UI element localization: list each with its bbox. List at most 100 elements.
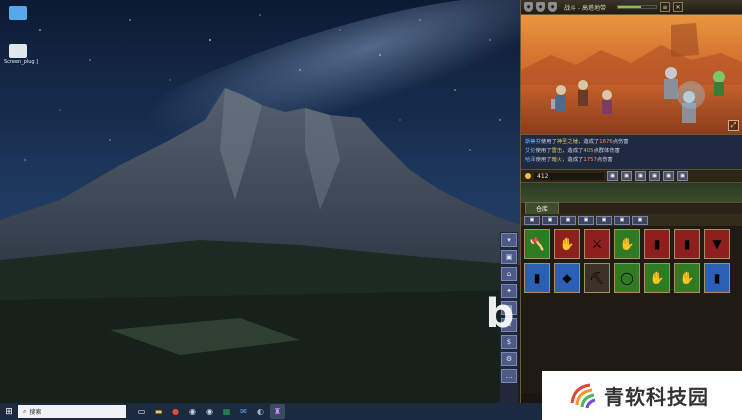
filter-bag-icon[interactable]: ▣: [578, 215, 594, 225]
shield-icon: ◆: [562, 271, 572, 285]
battle-log-line: 哈泽使用了暗火，造成了1757点伤害: [525, 156, 738, 165]
tab-warehouse[interactable]: 仓库: [525, 202, 560, 214]
desktop-icon-file[interactable]: Screen_plug ]: [4, 44, 39, 65]
filter-bag-icon[interactable]: ▣: [542, 215, 558, 225]
mail-icon[interactable]: ✉: [236, 404, 251, 419]
filter-bag-icon[interactable]: ▣: [596, 215, 612, 225]
gloves-icon: ✋: [679, 271, 695, 285]
warehouse-grid: 🪓 ✋ ⚔ ✋ ▮ ▮ ▼ ▮ ◆ ⛏ ◯ ✋ ✋ ▮: [521, 226, 742, 296]
item-slot[interactable]: ✋: [554, 229, 580, 259]
sword-icon: ⚔: [591, 237, 603, 251]
filter-bag-icon[interactable]: ▣: [560, 215, 576, 225]
taskbar-apps: ▭ ▬ ● ◉ ◉ ▦ ✉ ◐ ♜: [134, 404, 285, 419]
warehouse-filter-bar: ▣ ▣ ▣ ▣ ▣ ▣ ▣: [521, 214, 742, 226]
shield-icon[interactable]: ◆: [548, 2, 557, 12]
log-result: ，造成了: [562, 148, 584, 154]
side-button-map[interactable]: ▣: [501, 250, 517, 264]
file-explorer-icon[interactable]: ▬: [151, 404, 166, 419]
item-slot[interactable]: ✋: [674, 263, 700, 293]
log-verb: 使用了: [535, 148, 552, 154]
warehouse-panel: 仓库 ▣ ▣ ▣ ▣ ▣ ▣ ▣ 🪓 ✋ ⚔ ✋ ▮ ▮ ▼ ▮ ◆ ⛏ ◯ ✋…: [521, 202, 742, 393]
desktop-wallpaper: Screen_plug ]: [0, 0, 520, 403]
item-slot[interactable]: ▮: [674, 229, 700, 259]
task-view-icon[interactable]: ▭: [134, 404, 149, 419]
game-icon[interactable]: ♜: [270, 404, 285, 419]
log-actor: 斯蒂芬: [525, 139, 541, 145]
watermark-logo-icon: [570, 383, 596, 408]
log-verb: 使用了: [535, 157, 552, 163]
pickaxe-icon: ⛏: [589, 271, 605, 285]
steam-icon[interactable]: ◉: [202, 404, 217, 419]
bag-icon[interactable]: ▣: [621, 171, 632, 181]
item-slot[interactable]: ▮: [524, 263, 550, 293]
item-slot[interactable]: ▮: [644, 229, 670, 259]
side-button-home[interactable]: ⌂: [501, 267, 517, 281]
battle-scene-art: [521, 15, 742, 134]
side-button-settings[interactable]: ⚙: [501, 352, 517, 366]
log-actor: 哈泽: [525, 157, 536, 163]
steam-icon[interactable]: ◉: [185, 404, 200, 419]
battle-log: 斯蒂芬使用了神圣之锤，造成了1676点伤害 艾伦使用了雷击，造成了405点群体伤…: [521, 135, 742, 169]
log-result: ，造成了: [578, 139, 600, 145]
hero-mage[interactable]: [602, 90, 612, 114]
search-icon: ⌕: [23, 407, 27, 415]
log-suffix: 点群体伤害: [593, 148, 620, 154]
battle-log-line: 艾伦使用了雷击，造成了405点群体伤害: [525, 147, 738, 156]
watermark: 青软科技园: [542, 371, 742, 420]
desktop-icon-label: Screen_plug ]: [4, 59, 39, 65]
game-titlebar: ◆ ◆ ◆ 战斗 - 高塔地带 ≡ ✕: [521, 0, 742, 15]
taskbar-search-box[interactable]: ⌕ 搜索: [18, 405, 126, 418]
log-amount: 1757: [583, 157, 597, 163]
side-button-more[interactable]: …: [501, 369, 517, 383]
item-slot[interactable]: ◯: [614, 263, 640, 293]
item-slot[interactable]: ▼: [704, 229, 730, 259]
filter-bag-icon[interactable]: ▣: [524, 215, 540, 225]
close-icon[interactable]: ✕: [673, 2, 683, 12]
bag-icon[interactable]: ▣: [677, 171, 688, 181]
menu-icon[interactable]: ≡: [660, 2, 670, 12]
item-slot[interactable]: ✋: [644, 263, 670, 293]
shield-icon[interactable]: ◆: [524, 2, 533, 12]
item-slot[interactable]: ◆: [554, 263, 580, 293]
windows-start-icon[interactable]: ⊞: [0, 403, 18, 420]
log-skill: 雷击: [551, 148, 563, 154]
currency-bar: 412 ▣ ▣ ▣ ▣ ▣ ▣: [521, 169, 742, 183]
ring-icon: ◯: [620, 271, 634, 285]
bag-icon[interactable]: ▣: [635, 171, 646, 181]
gold-coin-icon: [525, 173, 531, 179]
game-window: ◆ ◆ ◆ 战斗 - 高塔地带 ≡ ✕ ⤢ 斯蒂芬使用了神圣之锤，造成了1676…: [520, 0, 742, 403]
axe-icon: 🪓: [529, 237, 545, 251]
chrome-icon[interactable]: ●: [168, 404, 183, 419]
expand-icon[interactable]: ⤢: [728, 120, 739, 131]
bag-icon[interactable]: ▣: [663, 171, 674, 181]
enemy-golem[interactable]: [664, 67, 678, 99]
bag-icon[interactable]: ▣: [607, 171, 618, 181]
item-slot[interactable]: ✋: [614, 229, 640, 259]
log-suffix: 点伤害: [596, 157, 613, 163]
desktop-icon-computer[interactable]: [4, 6, 32, 21]
battle-scene: ⤢: [521, 15, 742, 135]
side-button-character[interactable]: ▾: [501, 233, 517, 247]
log-suffix: 点伤害: [612, 139, 629, 145]
app-icon[interactable]: ◐: [253, 404, 268, 419]
shield-icon[interactable]: ◆: [536, 2, 545, 12]
log-amount: 1676: [599, 139, 613, 145]
item-slot[interactable]: ▮: [704, 263, 730, 293]
filter-bag-icon[interactable]: ▣: [614, 215, 630, 225]
armor-icon: ▮: [533, 271, 541, 285]
item-slot[interactable]: ⛏: [584, 263, 610, 293]
hero-warrior[interactable]: [578, 80, 588, 106]
filter-bag-icon[interactable]: ▣: [632, 215, 648, 225]
watermark-text: 青软科技园: [604, 385, 709, 409]
computer-icon: [9, 6, 27, 20]
item-slot[interactable]: 🪓: [524, 229, 550, 259]
enemy-plant[interactable]: [713, 71, 725, 96]
bag-icon[interactable]: ▣: [649, 171, 660, 181]
ice-spell-effect: [677, 81, 705, 109]
armor-icon: ▮: [653, 237, 661, 251]
item-slot[interactable]: ⚔: [584, 229, 610, 259]
gloves-icon: ✋: [649, 271, 665, 285]
robe-icon: ▼: [712, 237, 722, 251]
side-button-shop[interactable]: $: [501, 335, 517, 349]
excel-icon[interactable]: ▦: [219, 404, 234, 419]
